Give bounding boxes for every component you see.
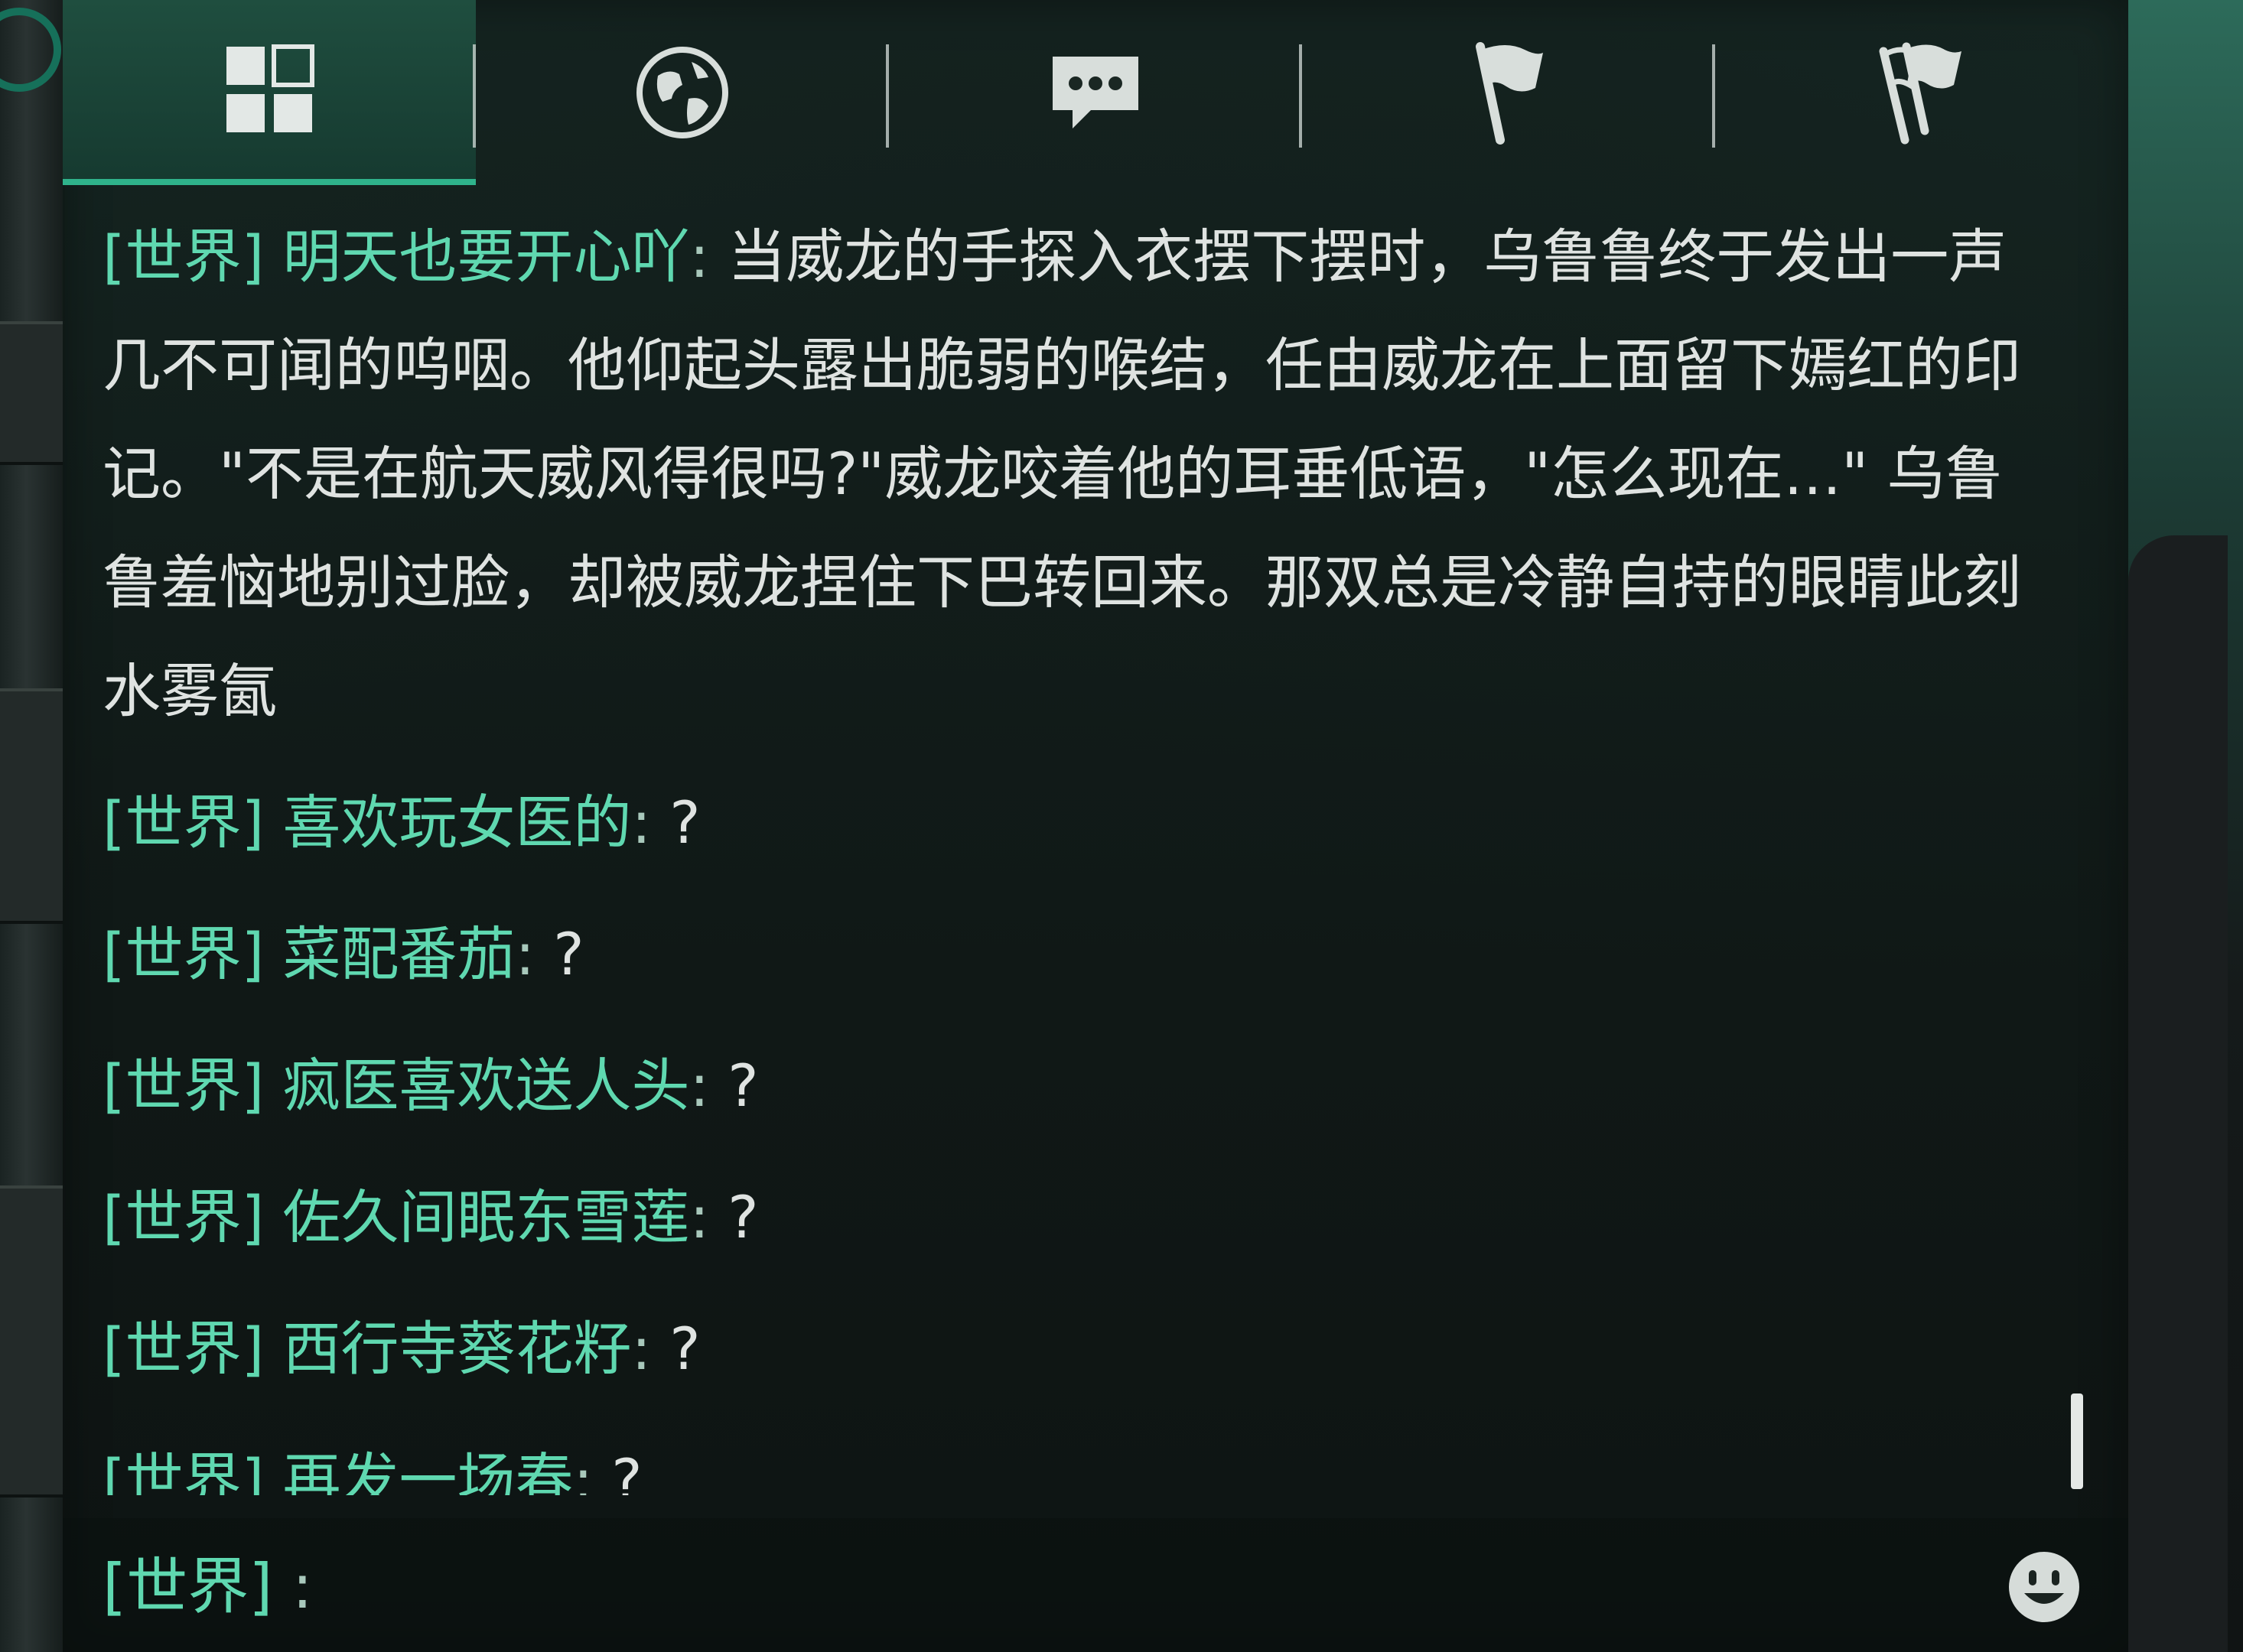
background-figure-shape — [2128, 535, 2228, 1652]
chat-message: [世界] 再发一场春: ? — [103, 1426, 2061, 1495]
channel-tag: [世界] — [103, 1446, 265, 1495]
background-left-scenery — [0, 0, 65, 1652]
speech-bubble-icon — [1053, 57, 1138, 128]
channel-tag: [世界] — [103, 1183, 265, 1251]
name-separator: : — [689, 223, 710, 291]
chat-input-bar: [世界] : — [63, 1518, 2128, 1652]
sender-name[interactable]: 喜欢玩女医的 — [282, 789, 631, 857]
chat-message: [世界] 西行寺葵花籽: ? — [103, 1295, 2061, 1403]
emoji-button[interactable] — [2006, 1549, 2082, 1625]
sender-name[interactable]: 菜配番茄 — [282, 920, 515, 988]
chat-message: [世界] 喜欢玩女医的: ? — [103, 769, 2061, 877]
channel-tag: [世界] — [103, 789, 265, 857]
message-text: ? — [728, 1183, 759, 1251]
sender-name[interactable]: 佐久间眠东雪莲 — [282, 1183, 689, 1251]
channel-tag: [世界] — [103, 1315, 265, 1383]
double-flag-icon — [1879, 42, 1961, 145]
channel-tag: [世界] — [103, 920, 265, 988]
chat-message: [世界] 菜配番茄: ? — [103, 900, 2061, 1009]
chat-tab-bar — [63, 0, 2128, 185]
input-channel-label: [世界] — [103, 1551, 273, 1622]
channel-tag: [世界] — [103, 223, 265, 291]
tab-world[interactable] — [476, 0, 889, 185]
chat-message: [世界] 佐久间眠东雪莲: ? — [103, 1163, 2061, 1272]
message-list[interactable]: [世界] 明天也要开心吖: 当威龙的手探入衣摆下摆时，乌鲁鲁终于发出一声几不可闻… — [103, 203, 2061, 1495]
name-separator: : — [631, 1315, 652, 1383]
globe-icon — [636, 47, 728, 138]
sender-name[interactable]: 西行寺葵花籽 — [282, 1315, 631, 1383]
input-channel-selector[interactable]: [世界] : — [103, 1549, 313, 1625]
chat-message: [世界] 疯医喜欢送人头: ? — [103, 1032, 2061, 1140]
message-text: ? — [669, 789, 701, 857]
message-text: ? — [611, 1446, 643, 1495]
message-text: ? — [728, 1052, 759, 1120]
name-separator: : — [573, 1446, 594, 1495]
message-text: ? — [553, 920, 584, 988]
background-panel — [0, 1185, 65, 1498]
chat-input-field[interactable] — [300, 1549, 1983, 1625]
name-separator: : — [631, 789, 652, 857]
message-scrollbar[interactable] — [2071, 1393, 2083, 1489]
channel-tag: [世界] — [103, 1052, 265, 1120]
tab-flags[interactable] — [1715, 0, 2128, 185]
sender-name[interactable]: 再发一场春 — [282, 1446, 573, 1495]
name-separator: : — [515, 920, 536, 988]
chat-message: [世界] 明天也要开心吖: 当威龙的手探入衣摆下摆时，乌鲁鲁终于发出一声几不可闻… — [103, 203, 2061, 746]
sender-name[interactable]: 明天也要开心吖 — [282, 223, 689, 291]
tab-all[interactable] — [63, 0, 476, 185]
tab-flag[interactable] — [1302, 0, 1715, 185]
background-ring-shape — [0, 8, 61, 92]
grid-icon — [226, 44, 314, 132]
message-text: ? — [669, 1315, 701, 1383]
smiley-face-icon — [2009, 1552, 2079, 1622]
background-right-scenery — [2121, 0, 2243, 1652]
name-separator: : — [689, 1183, 710, 1251]
game-screen: [世界] 明天也要开心吖: 当威龙的手探入衣摆下摆时，乌鲁鲁终于发出一声几不可闻… — [0, 0, 2243, 1652]
chat-panel: [世界] 明天也要开心吖: 当威龙的手探入衣摆下摆时，乌鲁鲁终于发出一声几不可闻… — [63, 0, 2128, 1652]
flag-icon — [1476, 42, 1543, 145]
background-panel — [0, 321, 65, 465]
background-panel — [0, 688, 65, 924]
name-separator: : — [689, 1052, 710, 1120]
sender-name[interactable]: 疯医喜欢送人头 — [282, 1052, 689, 1120]
message-text: 当威龙的手探入衣摆下摆时，乌鲁鲁终于发出一声几不可闻的呜咽。他仰起头露出脆弱的喉… — [103, 223, 2021, 725]
tab-chat[interactable] — [889, 0, 1302, 185]
